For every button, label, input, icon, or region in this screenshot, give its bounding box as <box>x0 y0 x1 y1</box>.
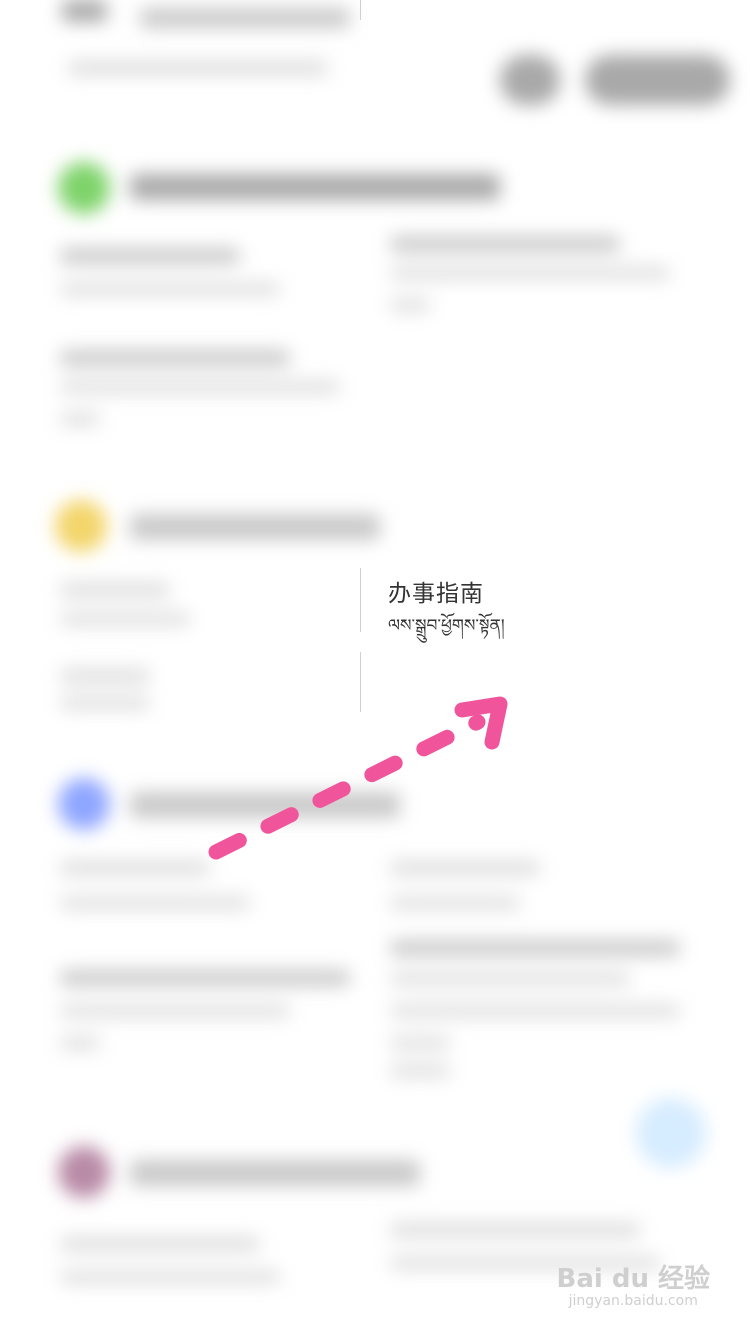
item-blur[interactable] <box>60 412 100 426</box>
item-blur[interactable] <box>60 1270 280 1284</box>
item-blur[interactable] <box>390 896 520 910</box>
item-blur[interactable] <box>60 970 350 986</box>
item-blur[interactable] <box>390 1036 450 1050</box>
section-icon-yellow <box>55 500 107 552</box>
section-icon-green <box>58 162 110 214</box>
item-blur[interactable] <box>60 380 340 394</box>
section-title-blur <box>130 174 500 200</box>
section-icon-blue <box>58 778 110 830</box>
blurred-background <box>0 0 750 1334</box>
divider-line <box>360 568 361 632</box>
header-title-blur <box>140 8 350 28</box>
item-blur[interactable] <box>60 1236 260 1252</box>
menu-subtitle-guide[interactable]: ལས་སྒྲུབ་ཕྱོགས་སྟོན། <box>388 606 505 654</box>
item-blur[interactable] <box>60 282 280 296</box>
item-blur[interactable] <box>60 582 170 598</box>
header-button-blur[interactable] <box>500 55 560 105</box>
screen: { "menu": { "title": "办事指南", "subtitle":… <box>0 0 750 1334</box>
menu-title-guide[interactable]: 办事指南 <box>388 574 484 608</box>
item-blur[interactable] <box>390 940 680 956</box>
item-blur[interactable] <box>390 1064 450 1078</box>
header-sub-blur <box>68 60 328 76</box>
item-blur[interactable] <box>390 1004 680 1018</box>
divider-line <box>360 0 361 20</box>
item-blur[interactable] <box>60 1036 100 1050</box>
item-blur[interactable] <box>390 972 630 986</box>
section-icon-purple <box>58 1146 110 1198</box>
item-blur[interactable] <box>60 896 250 910</box>
watermark-url: jingyan.baidu.com <box>568 1293 698 1309</box>
item-blur[interactable] <box>60 860 210 876</box>
item-blur[interactable] <box>60 668 150 684</box>
dashed-arrow-icon <box>208 696 508 860</box>
item-blur[interactable] <box>60 1004 290 1018</box>
section-title-blur <box>130 514 380 540</box>
header-button-blur-2[interactable] <box>585 55 730 105</box>
floating-action-button[interactable] <box>636 1098 706 1168</box>
watermark-logo: Bai du 经验 <box>556 1264 711 1294</box>
item-blur[interactable] <box>60 612 190 626</box>
item-blur[interactable] <box>390 1222 640 1238</box>
item-blur[interactable] <box>390 236 620 252</box>
header-text-blur <box>62 0 107 22</box>
section-title-blur <box>130 1160 420 1186</box>
item-blur[interactable] <box>390 266 670 280</box>
item-blur[interactable] <box>60 350 290 366</box>
item-blur[interactable] <box>60 696 150 710</box>
watermark: Bai du 经验 jingyan.baidu.com <box>557 1258 711 1309</box>
item-blur[interactable] <box>390 298 430 312</box>
item-blur[interactable] <box>60 248 240 264</box>
